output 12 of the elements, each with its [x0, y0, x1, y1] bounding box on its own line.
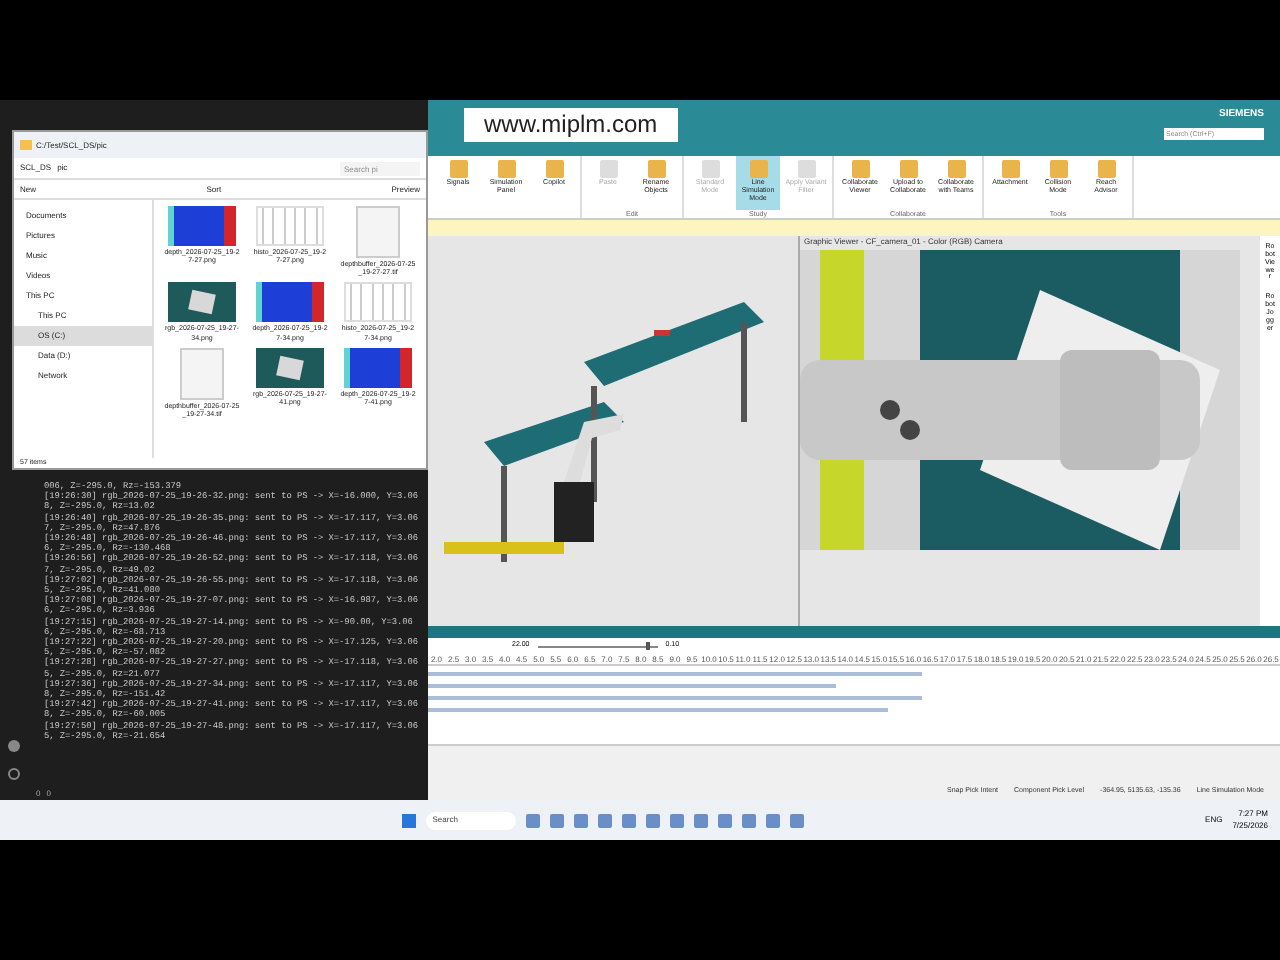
- file-icon: [356, 206, 400, 258]
- depth-image-thumbnail: [256, 282, 324, 323]
- folder-icon: [20, 140, 32, 150]
- slider-thumb[interactable]: [645, 642, 650, 650]
- depth-image-thumbnail: [344, 347, 412, 388]
- depth-image-thumbnail: [168, 206, 236, 246]
- website-logo: www.miplm.com: [464, 108, 678, 142]
- histogram-thumbnail: [344, 282, 412, 323]
- file-icon: [180, 347, 224, 400]
- photo-placeholder: [168, 282, 236, 323]
- histogram-thumbnail: [256, 206, 324, 246]
- photo-placeholder: [256, 347, 324, 388]
